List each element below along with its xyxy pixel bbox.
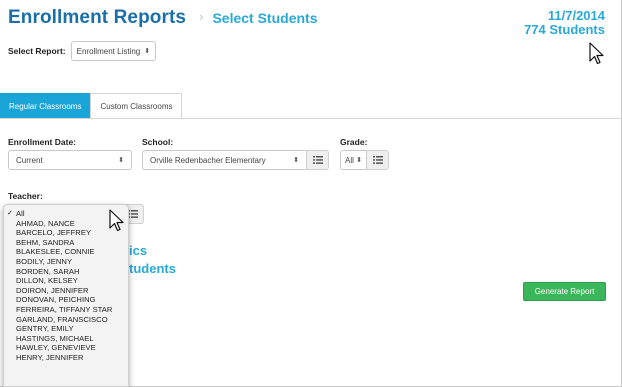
grade-list-button[interactable] [366, 150, 389, 170]
updown-arrows-icon: ⬍ [144, 48, 151, 55]
section-heading-partial: ics [129, 243, 148, 258]
checkmark-icon: ✓ [7, 210, 13, 217]
tab-regular-classrooms[interactable]: Regular Classrooms [0, 93, 91, 119]
student-count: 774 Students [524, 22, 605, 37]
dropdown-option[interactable]: BLAKESLEE, CONNIE [4, 247, 128, 257]
school-label: School: [142, 137, 174, 147]
dropdown-option[interactable]: BODILY, JENNY [4, 257, 128, 267]
list-icon [312, 156, 323, 164]
school-value: Orville Redenbacher Elementary [150, 155, 266, 165]
updown-arrows-icon: ⬍ [118, 157, 124, 164]
list-icon [127, 210, 138, 218]
dropdown-option[interactable]: HAWLEY, GENEVIEVE [4, 343, 128, 353]
report-select-value: Enrollment Listing [76, 46, 141, 56]
page-subtitle: Select Students [212, 10, 318, 26]
report-select[interactable]: Enrollment Listing ⬍ [70, 41, 157, 61]
updown-arrows-icon: ⬍ [293, 157, 299, 164]
school-list-button[interactable] [306, 150, 329, 170]
grade-select[interactable]: All ⬍ [340, 150, 367, 170]
generate-report-button[interactable]: Generate Report [523, 282, 606, 301]
dropdown-option[interactable]: GARLAND, FRANSCISCO [4, 315, 128, 325]
section-subheading-partial: tudents [129, 261, 176, 276]
dropdown-option[interactable]: HENRY, JENNIFER [4, 353, 128, 363]
grade-label: Grade: [340, 137, 368, 147]
classroom-tabs: Regular Classrooms Custom Classrooms [0, 93, 183, 119]
mouse-pointer-icon [109, 209, 124, 232]
summary-info: 11/7/2014 774 Students [524, 9, 605, 37]
page-title: Enrollment Reports [8, 7, 187, 28]
page-header: Enrollment Reports › Select Students [8, 7, 317, 29]
dropdown-option[interactable]: BEHM, SANDRA [4, 238, 128, 248]
school-select[interactable]: Orville Redenbacher Elementary ⬍ [142, 150, 307, 170]
app-window: Enrollment Reports › Select Students 11/… [0, 0, 622, 387]
dropdown-option[interactable]: GENTRY, EMILY [4, 324, 128, 334]
select-report-label: Select Report: [8, 46, 66, 56]
enrollment-date-label: Enrollment Date: [8, 137, 77, 147]
select-report-row: Select Report: Enrollment Listing ⬍ [8, 41, 157, 61]
enrollment-date-select[interactable]: Current ⬍ [8, 150, 132, 170]
dropdown-option[interactable]: HASTINGS, MICHAEL [4, 334, 128, 344]
dropdown-option[interactable]: DILLON, KELSEY [4, 276, 128, 286]
enrollment-date-value: Current [16, 155, 43, 165]
updown-arrows-icon: ⬍ [356, 157, 362, 164]
mouse-pointer-icon [589, 42, 604, 65]
dropdown-option[interactable]: FERREIRA, TIFFANY STAR [4, 305, 128, 315]
list-icon [372, 156, 383, 164]
tab-custom-classrooms[interactable]: Custom Classrooms [90, 93, 183, 119]
grade-value: All [345, 155, 354, 165]
breadcrumb-separator: › [199, 9, 204, 24]
dropdown-option[interactable]: DOIRON, JENNIFER [4, 286, 128, 296]
teacher-label: Teacher: [8, 191, 43, 201]
report-date: 11/7/2014 [547, 8, 605, 23]
tab-divider [0, 118, 622, 119]
dropdown-option[interactable]: DONOVAN, PEICHING [4, 295, 128, 305]
dropdown-option[interactable]: BORDEN, SARAH [4, 267, 128, 277]
